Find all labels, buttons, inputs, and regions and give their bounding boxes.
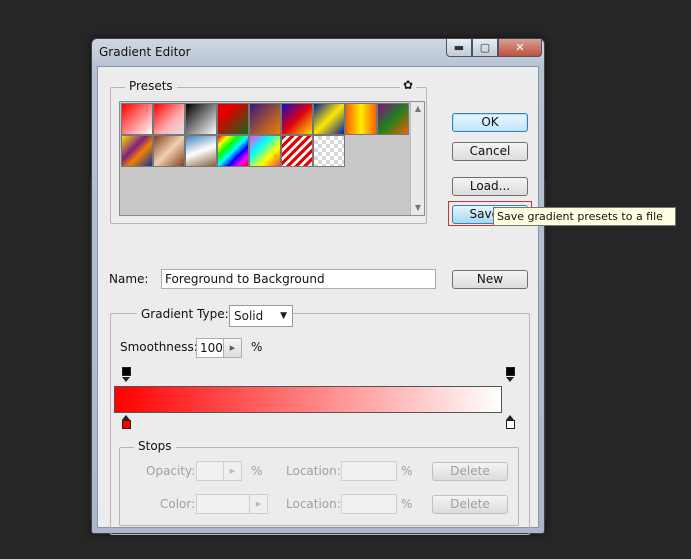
preset-swatch-orange-yellow-orange[interactable] bbox=[345, 103, 377, 135]
color-stop-left[interactable] bbox=[121, 415, 132, 429]
smoothness-label: Smoothness: bbox=[120, 340, 198, 354]
new-button[interactable]: New bbox=[452, 270, 528, 289]
preset-swatch-blue-yellow-blue[interactable] bbox=[313, 103, 345, 135]
color-swatch-field[interactable] bbox=[196, 494, 250, 514]
preset-swatch-yellow-violet-orange-blue[interactable] bbox=[121, 135, 153, 167]
name-input[interactable]: Foreground to Background bbox=[161, 269, 436, 289]
preset-swatch-copper[interactable] bbox=[153, 135, 185, 167]
preset-swatch-blue-red-yellow[interactable] bbox=[281, 103, 313, 135]
preset-swatch-spectrum[interactable] bbox=[217, 135, 249, 167]
smoothness-input[interactable]: 100 bbox=[196, 338, 224, 358]
opacity-unit: % bbox=[251, 464, 263, 478]
window-title: Gradient Editor bbox=[99, 45, 191, 59]
smoothness-stepper[interactable]: ▶ bbox=[224, 338, 242, 358]
maximize-button[interactable]: ▢ bbox=[472, 39, 498, 57]
scroll-up-icon[interactable]: ▲ bbox=[411, 102, 425, 116]
opacity-stop-swatch bbox=[122, 367, 131, 376]
preset-swatch-grid bbox=[121, 103, 409, 167]
gradient-type-value: Solid bbox=[234, 309, 264, 323]
dialog-client-area: Presets ✿ ▲ ▼ OK Cancel Load... Save... … bbox=[97, 66, 539, 535]
preset-swatch-black-to-white[interactable] bbox=[185, 103, 217, 135]
color-picker-arrow[interactable]: ▶ bbox=[250, 494, 268, 514]
load-button[interactable]: Load... bbox=[452, 177, 528, 196]
gradient-preview-bar[interactable] bbox=[114, 386, 502, 413]
close-button[interactable]: ✕ bbox=[498, 39, 542, 57]
color-stop-swatch bbox=[122, 420, 131, 429]
opacity-stop-pointer bbox=[122, 377, 130, 382]
gradient-editor-window: Gradient Editor ▬ ▢ ✕ Presets ✿ ▲ ▼ OK C… bbox=[91, 38, 545, 535]
color-stop-swatch bbox=[506, 420, 515, 429]
close-icon: ✕ bbox=[515, 41, 525, 54]
color-location-label: Location: bbox=[286, 497, 341, 511]
chevron-down-icon: ▼ bbox=[280, 311, 287, 321]
cancel-button[interactable]: Cancel bbox=[452, 142, 528, 161]
presets-legend: Presets bbox=[125, 79, 177, 93]
presets-scrollbar[interactable]: ▲ ▼ bbox=[410, 102, 424, 215]
minimize-button[interactable]: ▬ bbox=[446, 39, 472, 57]
minimize-icon: ▬ bbox=[453, 41, 465, 54]
gradient-type-select[interactable]: Solid ▼ bbox=[229, 305, 293, 327]
presets-group: Presets ✿ ▲ ▼ bbox=[110, 78, 427, 224]
opacity-stop-right[interactable] bbox=[505, 367, 516, 382]
color-label: Color: bbox=[160, 497, 196, 511]
opacity-stepper[interactable]: ▶ bbox=[224, 461, 242, 481]
maximize-icon: ▢ bbox=[479, 41, 491, 54]
preset-swatch-red-to-transparent[interactable] bbox=[153, 103, 185, 135]
opacity-location-input[interactable] bbox=[341, 461, 397, 481]
save-tooltip: Save gradient presets to a file bbox=[493, 207, 676, 226]
preset-swatch-chrome[interactable] bbox=[185, 135, 217, 167]
name-label: Name: bbox=[109, 272, 149, 286]
opacity-stop-left[interactable] bbox=[121, 367, 132, 382]
preset-swatch-transparent-stripes[interactable] bbox=[281, 135, 313, 167]
delete-opacity-stop-button[interactable]: Delete bbox=[432, 462, 508, 481]
color-location-unit: % bbox=[401, 497, 413, 511]
color-location-input[interactable] bbox=[341, 494, 397, 514]
gradient-type-label: Gradient Type: bbox=[137, 307, 233, 321]
stops-legend: Stops bbox=[134, 439, 176, 453]
preset-swatch-red-green[interactable] bbox=[217, 103, 249, 135]
opacity-label: Opacity: bbox=[146, 464, 196, 478]
smoothness-unit: % bbox=[251, 340, 263, 354]
delete-color-stop-button[interactable]: Delete bbox=[432, 495, 508, 514]
gear-icon[interactable]: ✿ bbox=[399, 78, 416, 92]
opacity-stop-swatch bbox=[506, 367, 515, 376]
opacity-location-label: Location: bbox=[286, 464, 341, 478]
preset-swatch-violet-green-orange[interactable] bbox=[377, 103, 409, 135]
window-controls: ▬ ▢ ✕ bbox=[446, 39, 542, 57]
scroll-down-icon[interactable]: ▼ bbox=[411, 201, 425, 215]
opacity-input[interactable] bbox=[196, 461, 224, 481]
stops-group: Stops bbox=[119, 439, 519, 526]
opacity-location-unit: % bbox=[401, 464, 413, 478]
color-stop-right[interactable] bbox=[505, 415, 516, 429]
preset-swatch-transparent-rainbow[interactable] bbox=[249, 135, 281, 167]
ok-button[interactable]: OK bbox=[452, 113, 528, 132]
opacity-stop-pointer bbox=[506, 377, 514, 382]
preset-swatch-violet-orange[interactable] bbox=[249, 103, 281, 135]
presets-list[interactable]: ▲ ▼ bbox=[119, 101, 425, 216]
preset-swatch-red-to-white[interactable] bbox=[121, 103, 153, 135]
preset-swatch-transparent[interactable] bbox=[313, 135, 345, 167]
